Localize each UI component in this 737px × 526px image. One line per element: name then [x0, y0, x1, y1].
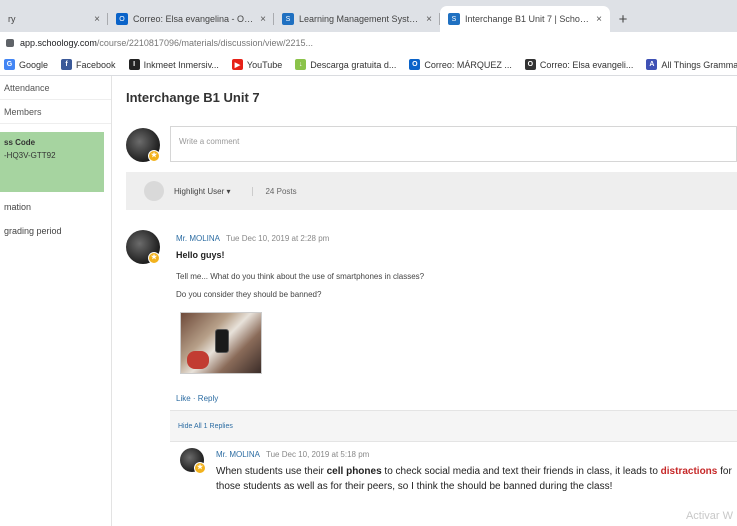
bookmark-label: YouTube [246, 59, 283, 70]
sidebar-section-title: mation [4, 202, 32, 212]
bookmark-google[interactable]: G Google [4, 59, 48, 70]
post-greeting: Hello guys! [176, 250, 225, 260]
youtube-icon: ▶ [231, 59, 243, 70]
post-author[interactable]: Mr. MOLINA Tue Dec 10, 2019 at 2:28 pm [176, 234, 329, 243]
grading-period-label: grading period [4, 226, 62, 236]
bookmarks-bar: G Google f Facebook I Inkmeet Inmersiv..… [0, 54, 737, 76]
browser-tab[interactable]: O Correo: Elsa evangelina - Outlo × [108, 6, 274, 32]
outlook-icon: O [116, 13, 128, 25]
browser-tab[interactable]: S Learning Management System × [274, 6, 440, 32]
tab-label: Correo: Elsa evangelina - Outlo [133, 14, 255, 24]
close-icon[interactable]: × [260, 14, 266, 25]
bookmark-label: All Things Grammar [661, 59, 737, 70]
browser-tab-bar: ry × O Correo: Elsa evangelina - Outlo ×… [0, 0, 737, 32]
sidebar-item-attendance[interactable]: Attendance [0, 76, 111, 100]
discussion-main: Interchange B1 Unit 7 ★ Write a comment … [112, 76, 737, 526]
badge-icon: ★ [148, 252, 160, 264]
tab-label: ry [8, 14, 16, 24]
post-image[interactable] [180, 312, 262, 374]
outlook-icon: O [524, 59, 536, 70]
browser-tab[interactable]: ry × [0, 6, 108, 32]
access-code-value: -HQ3V-GTT92 [4, 151, 56, 160]
author-name[interactable]: Mr. MOLINA [176, 234, 220, 243]
bookmark-inkmeet[interactable]: I Inkmeet Inmersiv... [128, 59, 219, 70]
badge-icon: ★ [148, 150, 160, 162]
reply-card: ★ Mr. MOLINA Tue Dec 10, 2019 at 5:18 pm … [170, 441, 737, 526]
url-path: /course/2210817096/materials/discussion/… [96, 38, 314, 48]
hand-illustration [187, 351, 209, 369]
close-icon[interactable]: × [426, 14, 432, 25]
highlight-user-dropdown[interactable]: Highlight User ▾ [174, 187, 230, 196]
inkmeet-icon: I [128, 59, 140, 70]
outlook-icon: O [409, 59, 421, 70]
close-icon[interactable]: × [596, 14, 602, 25]
bookmark-youtube[interactable]: ▶ YouTube [231, 59, 283, 70]
close-icon[interactable]: × [94, 14, 100, 25]
post-question-2: Do you consider they should be banned? [176, 290, 322, 299]
bookmark-label: Google [19, 59, 49, 70]
user-filter-icon [144, 181, 164, 201]
reply-text-part2: to check social media and text their fri… [381, 466, 661, 477]
schoology-icon: S [282, 13, 294, 25]
hide-replies-link[interactable]: Hide All 1 Replies [178, 423, 233, 430]
google-icon: G [4, 59, 15, 70]
download-icon: ↓ [295, 59, 307, 70]
address-bar[interactable]: app.schoology.com /course/2210817096/mat… [0, 32, 737, 54]
filter-bar: Highlight User ▾ 24 Posts [126, 172, 737, 210]
new-tab-button[interactable]: + [610, 6, 636, 32]
bookmark-facebook[interactable]: f Facebook [61, 59, 116, 70]
tab-label: Interchange B1 Unit 7 | Schoolo [465, 14, 591, 24]
bookmark-label: Correo: MÁRQUEZ ... [424, 59, 512, 70]
post-question-1: Tell me... What do you think about the u… [176, 272, 425, 281]
page-title: Interchange B1 Unit 7 [126, 90, 260, 105]
bookmark-grammar[interactable]: A All Things Grammar [646, 59, 737, 70]
reply-text: When students use their cell phones to c… [216, 464, 736, 494]
reply-author[interactable]: Mr. MOLINA Tue Dec 10, 2019 at 5:18 pm [216, 450, 369, 459]
lock-icon [6, 39, 14, 47]
badge-icon: ★ [194, 462, 206, 474]
course-sidebar: Attendance Members ss Code -HQ3V-GTT92 m… [0, 76, 112, 526]
access-code-label: ss Code [4, 138, 36, 147]
posts-count: 24 Posts [252, 186, 297, 196]
facebook-icon: f [61, 59, 73, 70]
url-host: app.schoology.com [20, 38, 97, 48]
keyword-cell-phones: cell phones [326, 466, 382, 477]
tab-label: Learning Management System [299, 14, 421, 24]
sidebar-item-members[interactable]: Members [0, 100, 111, 124]
reply-date: Tue Dec 10, 2019 at 5:18 pm [266, 450, 370, 459]
phone-illustration [215, 329, 229, 353]
reply-text-part1: When students use their [216, 466, 327, 477]
post-actions[interactable]: Like · Reply [176, 394, 218, 403]
keyword-distractions: distractions [660, 466, 718, 477]
bookmark-descarga[interactable]: ↓ Descarga gratuita d... [295, 59, 396, 70]
post-date: Tue Dec 10, 2019 at 2:28 pm [226, 234, 330, 243]
browser-tab-active[interactable]: S Interchange B1 Unit 7 | Schoolo × [440, 6, 610, 32]
bookmark-label: Descarga gratuita d... [310, 59, 397, 70]
reply-area: Hide All 1 Replies ★ Mr. MOLINA Tue Dec 1… [170, 410, 737, 526]
access-code-box: ss Code -HQ3V-GTT92 [0, 132, 104, 192]
author-name[interactable]: Mr. MOLINA [216, 450, 260, 459]
activation-watermark: Activar W [685, 510, 733, 522]
bookmark-label: Correo: Elsa evangeli... [539, 59, 634, 70]
schoology-icon: S [448, 13, 460, 25]
bookmark-label: Facebook [76, 59, 116, 70]
comment-input[interactable]: Write a comment [170, 126, 737, 162]
bookmark-label: Inkmeet Inmersiv... [143, 59, 219, 70]
bookmark-correo-marquez[interactable]: O Correo: MÁRQUEZ ... [409, 59, 512, 70]
grammar-icon: A [646, 59, 658, 70]
bookmark-correo-elsa[interactable]: O Correo: Elsa evangeli... [524, 59, 634, 70]
